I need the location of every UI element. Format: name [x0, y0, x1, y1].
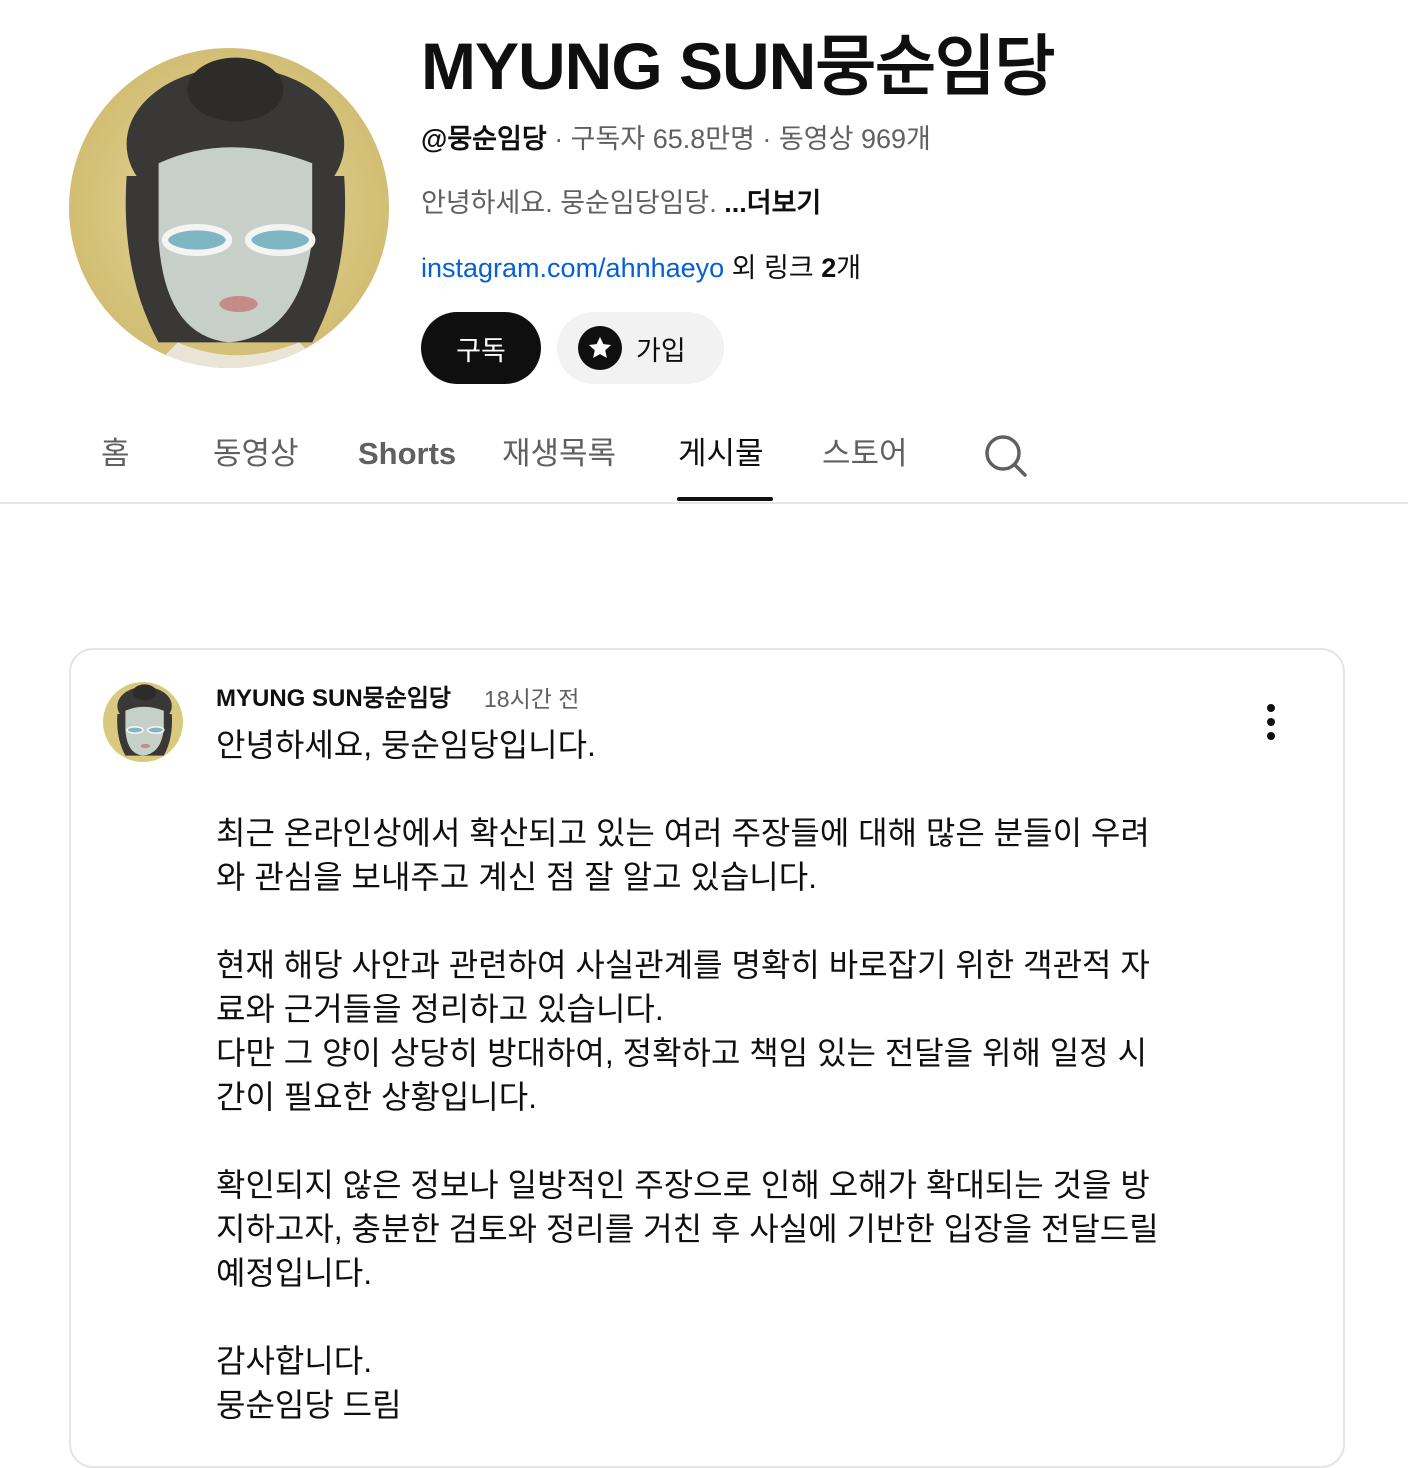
- tab-posts[interactable]: 게시물: [678, 434, 764, 474]
- tab-home[interactable]: 홈: [101, 434, 130, 474]
- more-options-icon[interactable]: [1254, 702, 1288, 742]
- post-text-line: 예정입니다.: [216, 1255, 373, 1291]
- menu-dot: [1267, 718, 1275, 726]
- menu-dot: [1267, 704, 1275, 712]
- subscribe-button[interactable]: 구독: [421, 312, 541, 384]
- post-author-avatar[interactable]: [103, 682, 183, 762]
- avatar-portrait-image: [69, 48, 389, 368]
- post-text-line: 간이 필요한 상황입니다.: [216, 1079, 538, 1115]
- post-text-line: [216, 1119, 1226, 1163]
- star-icon: [578, 326, 622, 370]
- post-text-line: 감사합니다.: [216, 1343, 373, 1379]
- post-text-line: [216, 899, 1226, 943]
- post-text-line: 와 관심을 보내주고 계신 점 잘 알고 있습니다.: [216, 859, 818, 895]
- post-timestamp[interactable]: 18시간 전: [484, 684, 579, 714]
- channel-stats: · 구독자 65.8만명 · 동영상 969개: [546, 124, 931, 154]
- description-text: 안녕하세요. 뭉순임당임당.: [421, 188, 725, 218]
- more-links-count: 2: [821, 253, 837, 283]
- post-text-line: 확인되지 않은 정보나 일방적인 주장으로 인해 오해가 확대되는 것을 방: [216, 1167, 1150, 1203]
- more-links[interactable]: 외 링크 2개: [724, 253, 861, 283]
- tab-videos[interactable]: 동영상: [213, 434, 299, 474]
- post-text-line: 료와 근거들을 정리하고 있습니다.: [216, 991, 664, 1027]
- tab-store[interactable]: 스토어: [822, 434, 908, 474]
- join-button[interactable]: 가입: [557, 312, 724, 384]
- instagram-link[interactable]: instagram.com/ahnhaeyo: [421, 253, 724, 283]
- tab-playlists[interactable]: 재생목록: [502, 434, 616, 474]
- post-text-line: [216, 767, 1226, 811]
- channel-links: instagram.com/ahnhaeyo 외 링크 2개: [421, 249, 861, 287]
- post-text-line: 지하고자, 충분한 검토와 정리를 거친 후 사실에 기반한 입장을 전달드릴: [216, 1211, 1159, 1247]
- channel-handle: @뭉순임당: [421, 124, 547, 154]
- more-links-suffix: 개: [836, 253, 862, 283]
- channel-tabs: 홈 동영상 Shorts 재생목록 게시물 스토어: [0, 420, 1408, 502]
- tab-shorts[interactable]: Shorts: [358, 434, 456, 474]
- channel-description[interactable]: 안녕하세요. 뭉순임당임당. ...더보기: [421, 184, 821, 222]
- post-text-line: 안녕하세요, 뭉순임당입니다.: [216, 727, 596, 763]
- active-tab-indicator: [677, 497, 773, 501]
- join-label: 가입: [636, 335, 686, 366]
- channel-title: MYUNG SUN뭉순임당: [421, 29, 1055, 103]
- channel-avatar[interactable]: [69, 48, 389, 368]
- more-links-prefix: 외 링크: [724, 253, 822, 283]
- post-author-name[interactable]: MYUNG SUN뭉순임당: [216, 684, 451, 714]
- post-text-line: 최근 온라인상에서 확산되고 있는 여러 주장들에 대해 많은 분들이 우려: [216, 815, 1150, 851]
- post-text-line: [216, 1295, 1226, 1339]
- menu-dot: [1267, 732, 1275, 740]
- channel-meta: @뭉순임당 · 구독자 65.8만명 · 동영상 969개: [421, 120, 931, 158]
- post-text-line: 현재 해당 사안과 관련하여 사실관계를 명확히 바로잡기 위한 객관적 자: [216, 947, 1150, 983]
- tabs-divider: [0, 502, 1408, 504]
- post-text-line: 다만 그 양이 상당히 방대하여, 정확하고 책임 있는 전달을 위해 일정 시: [216, 1035, 1148, 1071]
- post-text-line: 뭉순임당 드림: [216, 1387, 402, 1423]
- post-body: 안녕하세요, 뭉순임당입니다. 최근 온라인상에서 확산되고 있는 여러 주장들…: [216, 723, 1226, 1427]
- search-icon[interactable]: [983, 433, 1029, 479]
- avatar-portrait-image-small: [103, 682, 183, 762]
- description-more-link[interactable]: ...더보기: [724, 188, 821, 218]
